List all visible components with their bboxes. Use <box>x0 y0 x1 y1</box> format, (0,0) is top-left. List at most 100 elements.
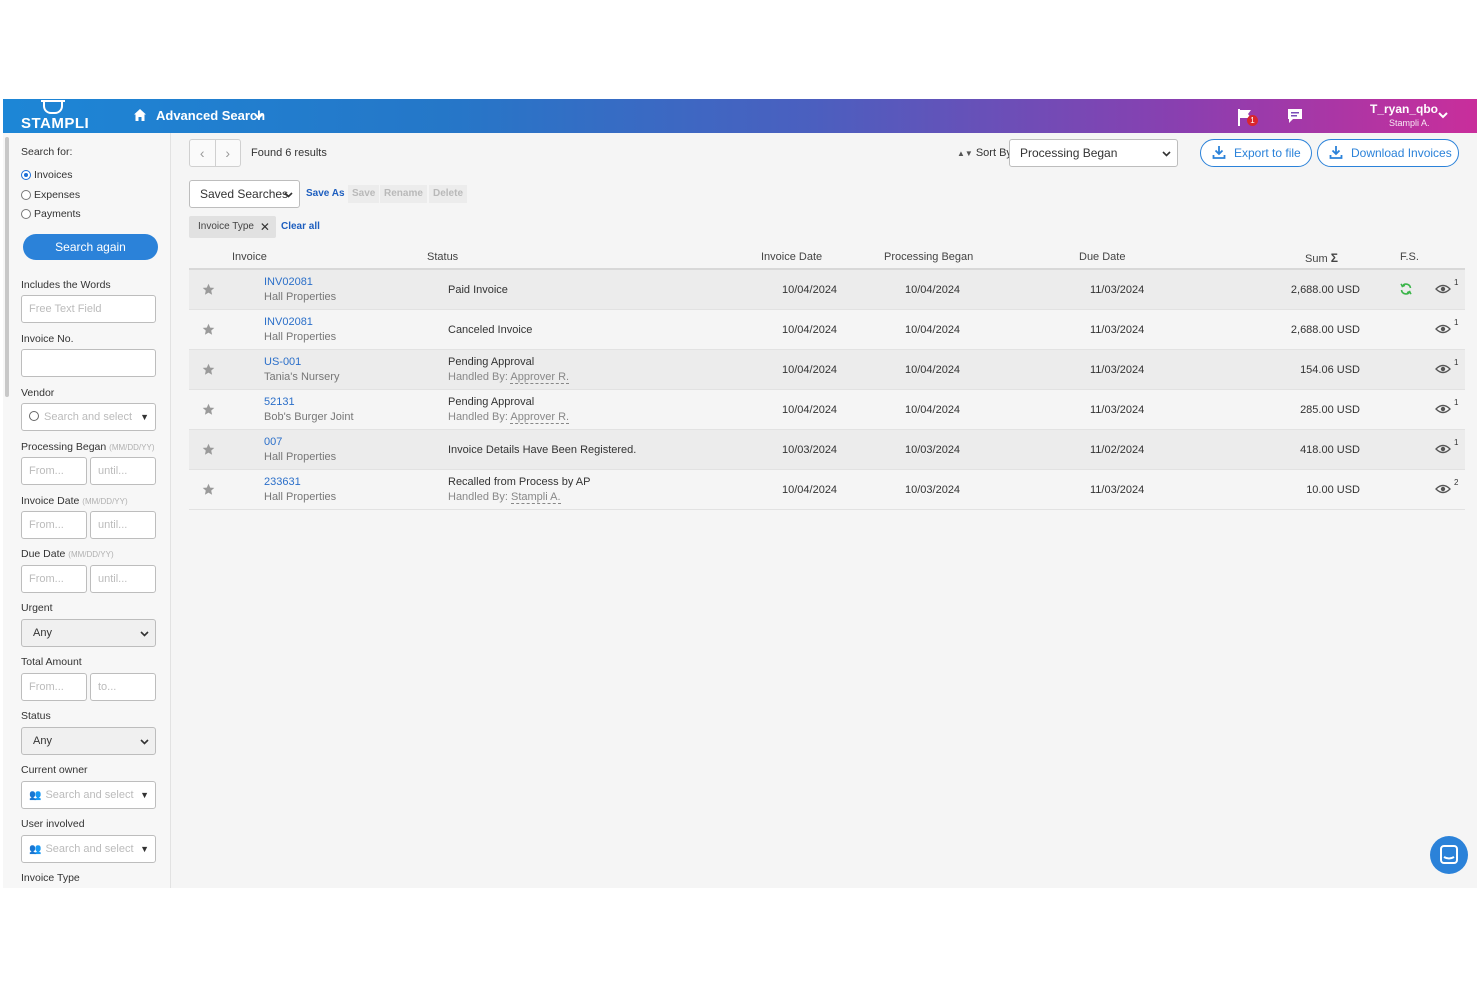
user-menu-chevron-icon[interactable] <box>1437 109 1449 121</box>
chat-icon[interactable] <box>1286 107 1304 125</box>
chevron-down-icon <box>140 739 149 745</box>
table-row[interactable]: INV02081 Hall Properties Paid Invoice 10/04… <box>189 270 1465 310</box>
table-row[interactable]: 233631 Hall Properties Recalled from Proce… <box>189 470 1465 510</box>
sum-cell: 10.00 USD <box>1306 484 1360 496</box>
handled-by-prefix: Handled By: <box>448 411 508 423</box>
col-header-status[interactable]: Status <box>427 251 458 263</box>
processing-began-from[interactable]: From... <box>21 457 87 485</box>
invoice-date-cell: 10/03/2024 <box>782 444 838 456</box>
col-header-sum[interactable]: Sum Σ <box>1305 251 1338 265</box>
status-select[interactable]: Any <box>21 727 156 755</box>
view-count: 1 <box>1454 278 1459 287</box>
saved-searches-select[interactable]: Saved Searches <box>189 180 300 208</box>
invoice-number-link[interactable]: 52131 <box>264 396 295 408</box>
support-chat-button[interactable] <box>1430 836 1468 874</box>
save-as-button[interactable]: Save As <box>306 185 345 203</box>
export-to-file-button[interactable]: Export to file <box>1200 139 1312 167</box>
clear-all-link[interactable]: Clear all <box>281 221 320 232</box>
radio-payments[interactable]: Payments <box>21 208 81 220</box>
invoice-date-until[interactable]: until... <box>90 511 156 539</box>
user-involved-label: User involved <box>21 818 85 830</box>
invoice-date-from[interactable]: From... <box>21 511 87 539</box>
sidebar-scrollbar[interactable] <box>5 137 9 397</box>
home-icon[interactable] <box>133 108 147 122</box>
invoice-no-input[interactable] <box>21 349 156 377</box>
invoice-number-link[interactable]: 007 <box>264 436 282 448</box>
urgent-select[interactable]: Any <box>21 619 156 647</box>
status-label: Status <box>21 710 51 722</box>
invoice-number-link[interactable]: INV02081 <box>264 276 313 288</box>
invoice-number-link[interactable]: 233631 <box>264 476 301 488</box>
close-icon[interactable]: ✕ <box>260 216 270 238</box>
download-icon <box>1329 146 1343 159</box>
vendor-select[interactable]: Search and select ▼ <box>21 403 156 431</box>
processing-began-until[interactable]: until... <box>90 457 156 485</box>
radio-dot[interactable] <box>21 209 31 219</box>
star-icon[interactable] <box>202 443 215 456</box>
search-for-label: Search for: <box>21 146 73 158</box>
delete-button[interactable]: Delete <box>429 185 468 203</box>
col-header-processing-began[interactable]: Processing Began <box>884 251 973 263</box>
eye-icon[interactable] <box>1435 323 1451 335</box>
view-count: 1 <box>1454 438 1459 447</box>
next-page-icon[interactable]: › <box>216 140 241 166</box>
col-header-invoice-date[interactable]: Invoice Date <box>761 251 822 263</box>
invoice-number-link[interactable]: INV02081 <box>264 316 313 328</box>
view-count: 1 <box>1454 398 1459 407</box>
current-owner-placeholder: Search and select <box>45 789 134 801</box>
table-row[interactable]: INV02081 Hall Properties Canceled Invoice 1… <box>189 310 1465 350</box>
eye-icon[interactable] <box>1435 443 1451 455</box>
current-owner-select[interactable]: 👥 Search and select ▼ <box>21 781 156 809</box>
handled-by-user-link[interactable]: Approver R. <box>510 411 570 424</box>
rename-button[interactable]: Rename <box>380 185 427 203</box>
filter-chip-invoice-type[interactable]: Invoice Type ✕ <box>189 216 276 238</box>
user-name[interactable]: T_ryan_qbo <box>1370 102 1438 116</box>
save-button[interactable]: Save <box>348 185 380 203</box>
eye-icon[interactable] <box>1435 483 1451 495</box>
total-amount-from[interactable]: From... <box>21 673 87 701</box>
col-header-fs[interactable]: F.S. <box>1400 251 1419 263</box>
eye-icon[interactable] <box>1435 283 1451 295</box>
radio-invoices[interactable]: Invoices <box>21 169 73 181</box>
stampli-logo[interactable]: STAMPLI <box>21 100 89 132</box>
invoice-number-link[interactable]: US-001 <box>264 356 301 368</box>
includes-words-input[interactable]: Free Text Field <box>21 295 156 323</box>
radio-label: Invoices <box>34 169 73 181</box>
eye-icon[interactable] <box>1435 403 1451 415</box>
star-icon[interactable] <box>202 363 215 376</box>
status-value: Any <box>33 735 52 747</box>
prev-page-icon[interactable]: ‹ <box>190 140 216 166</box>
due-date-text: Due Date <box>21 548 66 560</box>
star-icon[interactable] <box>202 323 215 336</box>
star-icon[interactable] <box>202 483 215 496</box>
chevron-down-icon[interactable] <box>253 111 264 122</box>
due-date-from[interactable]: From... <box>21 565 87 593</box>
date-hint: (MM/DD/YY) <box>82 497 128 506</box>
table-row[interactable]: 52131 Bob's Burger Joint Pending Approval H… <box>189 390 1465 430</box>
handled-by-user-link[interactable]: Approver R. <box>510 371 570 384</box>
radio-expenses[interactable]: Expenses <box>21 189 80 201</box>
star-icon[interactable] <box>202 283 215 296</box>
radio-dot[interactable] <box>21 170 31 180</box>
nav-title-advanced-search[interactable]: Advanced Search <box>156 108 265 123</box>
table-row[interactable]: US-001 Tania's Nursery Pending Approval Han… <box>189 350 1465 390</box>
sort-by-select[interactable]: Processing Began <box>1009 139 1178 167</box>
eye-icon[interactable] <box>1435 363 1451 375</box>
search-again-button[interactable]: Search again <box>23 234 158 260</box>
radio-dot[interactable] <box>21 190 31 200</box>
app-window: STAMPLI Advanced Search 1 T_ryan_qbo Sta… <box>3 99 1477 888</box>
download-invoices-button[interactable]: Download Invoices <box>1317 139 1459 167</box>
star-icon[interactable] <box>202 403 215 416</box>
top-bar: STAMPLI Advanced Search 1 T_ryan_qbo Sta… <box>3 99 1477 133</box>
total-amount-to[interactable]: to... <box>90 673 156 701</box>
handled-by-user-link[interactable]: Stampli A. <box>511 491 561 504</box>
user-involved-select[interactable]: 👥 Search and select ▼ <box>21 835 156 863</box>
sort-value: Processing Began <box>1020 146 1118 160</box>
due-date-until[interactable]: until... <box>90 565 156 593</box>
col-header-due-date[interactable]: Due Date <box>1079 251 1125 263</box>
invoice-date-cell: 10/04/2024 <box>782 364 838 376</box>
urgent-value: Any <box>33 627 52 639</box>
saved-searches-label: Saved Searches <box>200 187 289 201</box>
table-row[interactable]: 007 Hall Properties Invoice Details Have B… <box>189 430 1465 470</box>
col-header-invoice[interactable]: Invoice <box>232 251 267 263</box>
